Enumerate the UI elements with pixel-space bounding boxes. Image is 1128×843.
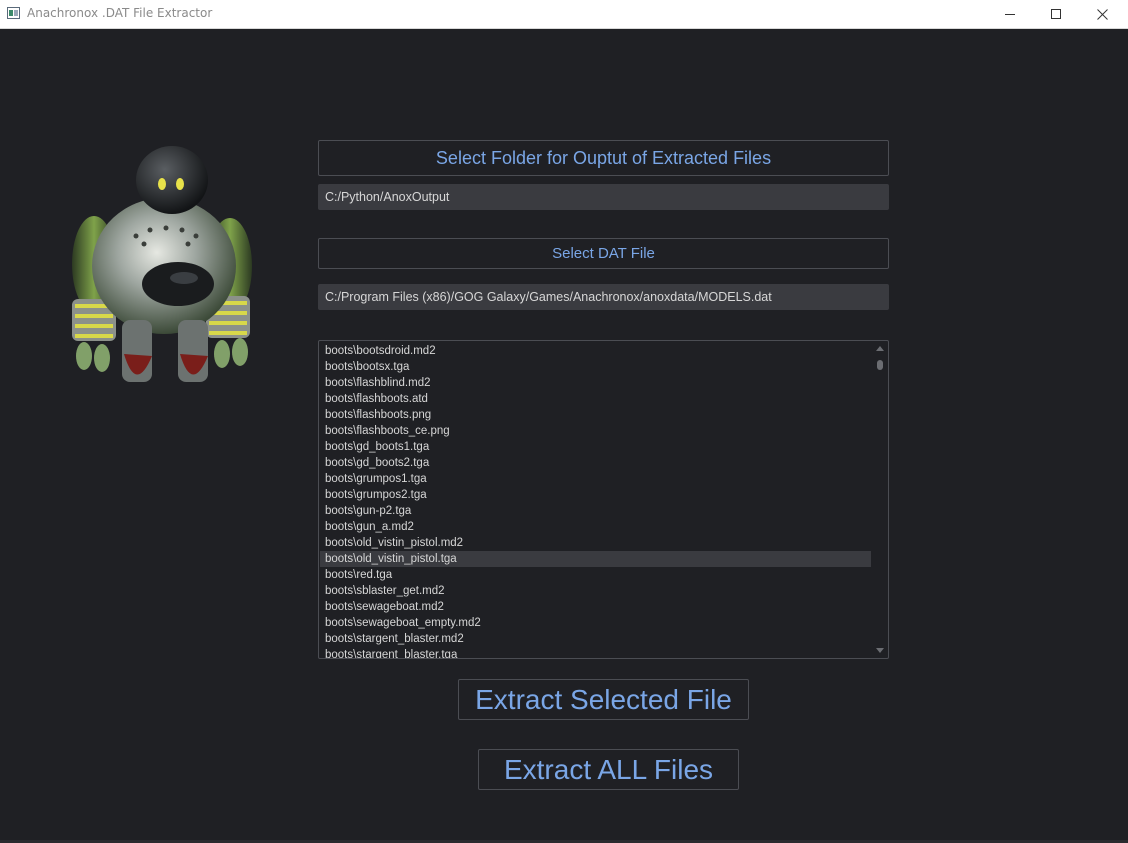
list-item[interactable]: boots\grumpos2.tga [320,487,871,503]
list-item[interactable]: boots\flashblind.md2 [320,375,871,391]
minimize-icon [1005,14,1015,15]
main-panel: Select Folder for Ouptut of Extracted Fi… [0,29,1128,843]
maximize-button[interactable] [1033,0,1079,28]
list-item[interactable]: boots\flashboots_ce.png [320,423,871,439]
minimize-button[interactable] [987,0,1033,28]
list-item[interactable]: boots\gd_boots1.tga [320,439,871,455]
list-item[interactable]: boots\stargent_blaster.tga [320,647,871,658]
scroll-down-icon[interactable] [876,648,884,653]
close-icon [1096,8,1108,20]
extract-selected-button[interactable]: Extract Selected File [458,679,749,720]
app-icon [7,7,20,19]
list-item[interactable]: boots\stargent_blaster.md2 [320,631,871,647]
close-button[interactable] [1079,0,1125,28]
maximize-icon [1051,9,1061,19]
list-item[interactable]: boots\gd_boots2.tga [320,455,871,471]
select-dat-file-button[interactable]: Select DAT File [318,238,889,269]
extract-all-button[interactable]: Extract ALL Files [478,749,739,790]
window-title: Anachronox .DAT File Extractor [27,6,213,20]
list-item[interactable]: boots\flashboots.atd [320,391,871,407]
list-item[interactable]: boots\sblaster_get.md2 [320,583,871,599]
robot-logo-image [72,146,252,382]
scroll-thumb[interactable] [877,360,883,370]
vertical-scrollbar[interactable] [873,342,887,657]
list-item[interactable]: boots\bootsx.tga [320,359,871,375]
title-bar: Anachronox .DAT File Extractor [0,0,1128,29]
list-item[interactable]: boots\old_vistin_pistol.md2 [320,535,871,551]
list-item[interactable]: boots\gun-p2.tga [320,503,871,519]
scroll-up-icon[interactable] [876,346,884,351]
list-item[interactable]: boots\grumpos1.tga [320,471,871,487]
list-item[interactable]: boots\sewageboat.md2 [320,599,871,615]
select-output-folder-button[interactable]: Select Folder for Ouptut of Extracted Fi… [318,140,889,176]
list-item[interactable]: boots\old_vistin_pistol.tga [320,551,871,567]
dat-file-path-field[interactable]: C:/Program Files (x86)/GOG Galaxy/Games/… [318,284,889,310]
list-item[interactable]: boots\gun_a.md2 [320,519,871,535]
list-item[interactable]: boots\red.tga [320,567,871,583]
file-list[interactable]: boots\bootsdroid.md2 boots\bootsx.tga boot… [318,340,889,659]
output-folder-path-field[interactable]: C:/Python/AnoxOutput [318,184,889,210]
list-item[interactable]: boots\bootsdroid.md2 [320,343,871,359]
file-list-items: boots\bootsdroid.md2 boots\bootsx.tga boot… [320,343,871,658]
list-item[interactable]: boots\flashboots.png [320,407,871,423]
list-item[interactable]: boots\sewageboat_empty.md2 [320,615,871,631]
